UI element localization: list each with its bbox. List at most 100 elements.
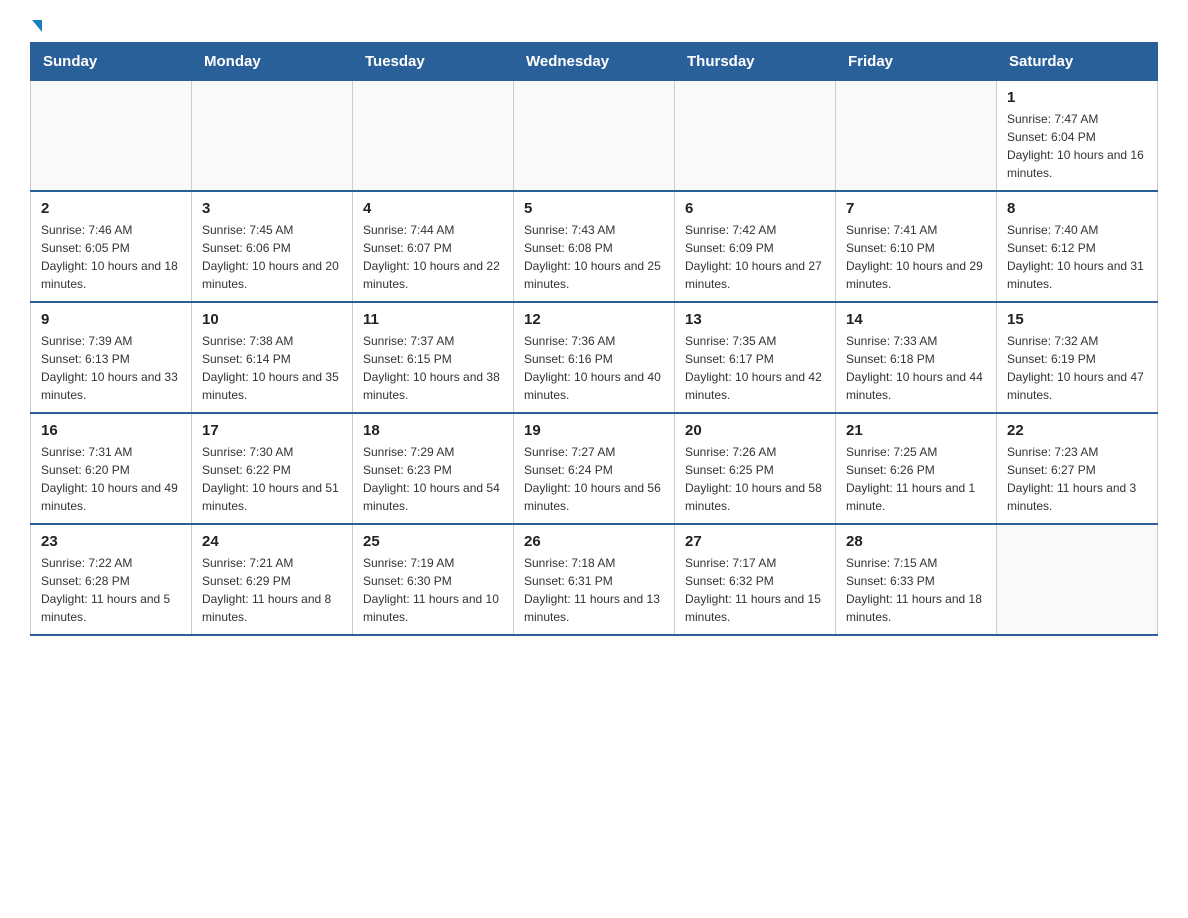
day-number: 5 [524, 200, 664, 217]
weekday-header-sunday: Sunday [31, 43, 192, 81]
calendar-cell: 17 Sunrise: 7:30 AMSunset: 6:22 PMDayligh… [192, 413, 353, 524]
day-info: Sunrise: 7:26 AMSunset: 6:25 PMDaylight:… [685, 443, 825, 515]
day-info: Sunrise: 7:46 AMSunset: 6:05 PMDaylight:… [41, 221, 181, 293]
day-number: 1 [1007, 89, 1147, 106]
calendar-week-4: 16 Sunrise: 7:31 AMSunset: 6:20 PMDayligh… [31, 413, 1158, 524]
calendar-cell: 21 Sunrise: 7:25 AMSunset: 6:26 PMDayligh… [836, 413, 997, 524]
calendar-week-3: 9 Sunrise: 7:39 AMSunset: 6:13 PMDaylight… [31, 302, 1158, 413]
day-number: 23 [41, 533, 181, 550]
day-info: Sunrise: 7:21 AMSunset: 6:29 PMDaylight:… [202, 554, 342, 626]
calendar-cell [353, 81, 514, 192]
day-number: 24 [202, 533, 342, 550]
calendar-cell [514, 81, 675, 192]
day-number: 8 [1007, 200, 1147, 217]
day-info: Sunrise: 7:19 AMSunset: 6:30 PMDaylight:… [363, 554, 503, 626]
calendar-cell: 13 Sunrise: 7:35 AMSunset: 6:17 PMDayligh… [675, 302, 836, 413]
day-number: 26 [524, 533, 664, 550]
day-number: 12 [524, 311, 664, 328]
day-number: 27 [685, 533, 825, 550]
day-number: 9 [41, 311, 181, 328]
day-number: 20 [685, 422, 825, 439]
calendar-cell: 8 Sunrise: 7:40 AMSunset: 6:12 PMDaylight… [997, 191, 1158, 302]
day-number: 3 [202, 200, 342, 217]
day-info: Sunrise: 7:45 AMSunset: 6:06 PMDaylight:… [202, 221, 342, 293]
weekday-header-monday: Monday [192, 43, 353, 81]
weekday-header-wednesday: Wednesday [514, 43, 675, 81]
calendar-week-5: 23 Sunrise: 7:22 AMSunset: 6:28 PMDayligh… [31, 524, 1158, 635]
day-info: Sunrise: 7:43 AMSunset: 6:08 PMDaylight:… [524, 221, 664, 293]
day-info: Sunrise: 7:15 AMSunset: 6:33 PMDaylight:… [846, 554, 986, 626]
calendar-cell: 5 Sunrise: 7:43 AMSunset: 6:08 PMDaylight… [514, 191, 675, 302]
weekday-header-thursday: Thursday [675, 43, 836, 81]
day-info: Sunrise: 7:42 AMSunset: 6:09 PMDaylight:… [685, 221, 825, 293]
calendar-cell: 15Sunrise: 7:32 AMSunset: 6:19 PMDayligh… [997, 302, 1158, 413]
day-number: 7 [846, 200, 986, 217]
weekday-header-friday: Friday [836, 43, 997, 81]
calendar-cell: 12 Sunrise: 7:36 AMSunset: 6:16 PMDayligh… [514, 302, 675, 413]
day-info: Sunrise: 7:40 AMSunset: 6:12 PMDaylight:… [1007, 221, 1147, 293]
calendar-cell: 4 Sunrise: 7:44 AMSunset: 6:07 PMDaylight… [353, 191, 514, 302]
day-info: Sunrise: 7:32 AMSunset: 6:19 PMDaylight:… [1007, 332, 1147, 404]
day-info: Sunrise: 7:36 AMSunset: 6:16 PMDaylight:… [524, 332, 664, 404]
calendar-cell: 11 Sunrise: 7:37 AMSunset: 6:15 PMDayligh… [353, 302, 514, 413]
day-info: Sunrise: 7:27 AMSunset: 6:24 PMDaylight:… [524, 443, 664, 515]
day-info: Sunrise: 7:23 AMSunset: 6:27 PMDaylight:… [1007, 443, 1147, 515]
calendar-cell: 25 Sunrise: 7:19 AMSunset: 6:30 PMDayligh… [353, 524, 514, 635]
day-info: Sunrise: 7:37 AMSunset: 6:15 PMDaylight:… [363, 332, 503, 404]
calendar-cell: 7 Sunrise: 7:41 AMSunset: 6:10 PMDaylight… [836, 191, 997, 302]
calendar-cell: 26 Sunrise: 7:18 AMSunset: 6:31 PMDayligh… [514, 524, 675, 635]
calendar-cell: 19Sunrise: 7:27 AMSunset: 6:24 PMDayligh… [514, 413, 675, 524]
day-number: 13 [685, 311, 825, 328]
calendar-cell: 16 Sunrise: 7:31 AMSunset: 6:20 PMDayligh… [31, 413, 192, 524]
day-info: Sunrise: 7:44 AMSunset: 6:07 PMDaylight:… [363, 221, 503, 293]
day-info: Sunrise: 7:29 AMSunset: 6:23 PMDaylight:… [363, 443, 503, 515]
weekday-header-saturday: Saturday [997, 43, 1158, 81]
calendar-cell: 22 Sunrise: 7:23 AMSunset: 6:27 PMDayligh… [997, 413, 1158, 524]
calendar-week-1: 1 Sunrise: 7:47 AMSunset: 6:04 PMDaylight… [31, 81, 1158, 192]
calendar-week-2: 2 Sunrise: 7:46 AMSunset: 6:05 PMDaylight… [31, 191, 1158, 302]
day-info: Sunrise: 7:35 AMSunset: 6:17 PMDaylight:… [685, 332, 825, 404]
calendar-cell: 2 Sunrise: 7:46 AMSunset: 6:05 PMDaylight… [31, 191, 192, 302]
day-info: Sunrise: 7:18 AMSunset: 6:31 PMDaylight:… [524, 554, 664, 626]
calendar-cell: 14 Sunrise: 7:33 AMSunset: 6:18 PMDayligh… [836, 302, 997, 413]
calendar-cell: 27 Sunrise: 7:17 AMSunset: 6:32 PMDayligh… [675, 524, 836, 635]
day-info: Sunrise: 7:17 AMSunset: 6:32 PMDaylight:… [685, 554, 825, 626]
day-number: 10 [202, 311, 342, 328]
day-number: 4 [363, 200, 503, 217]
day-number: 11 [363, 311, 503, 328]
calendar-cell: 9 Sunrise: 7:39 AMSunset: 6:13 PMDaylight… [31, 302, 192, 413]
calendar-cell: 24 Sunrise: 7:21 AMSunset: 6:29 PMDayligh… [192, 524, 353, 635]
day-number: 2 [41, 200, 181, 217]
day-number: 22 [1007, 422, 1147, 439]
day-info: Sunrise: 7:30 AMSunset: 6:22 PMDaylight:… [202, 443, 342, 515]
day-info: Sunrise: 7:38 AMSunset: 6:14 PMDaylight:… [202, 332, 342, 404]
day-info: Sunrise: 7:25 AMSunset: 6:26 PMDaylight:… [846, 443, 986, 515]
day-info: Sunrise: 7:33 AMSunset: 6:18 PMDaylight:… [846, 332, 986, 404]
calendar-cell: 10 Sunrise: 7:38 AMSunset: 6:14 PMDayligh… [192, 302, 353, 413]
logo-arrow-icon [32, 20, 42, 32]
calendar-cell [192, 81, 353, 192]
page-header [30, 20, 1158, 32]
day-number: 16 [41, 422, 181, 439]
calendar-cell [997, 524, 1158, 635]
calendar-cell: 3 Sunrise: 7:45 AMSunset: 6:06 PMDaylight… [192, 191, 353, 302]
weekday-header-row: SundayMondayTuesdayWednesdayThursdayFrid… [31, 43, 1158, 81]
logo [30, 20, 42, 32]
calendar-cell [31, 81, 192, 192]
day-number: 6 [685, 200, 825, 217]
day-number: 14 [846, 311, 986, 328]
day-info: Sunrise: 7:47 AMSunset: 6:04 PMDaylight:… [1007, 110, 1147, 182]
calendar-cell [675, 81, 836, 192]
day-number: 28 [846, 533, 986, 550]
day-info: Sunrise: 7:41 AMSunset: 6:10 PMDaylight:… [846, 221, 986, 293]
weekday-header-tuesday: Tuesday [353, 43, 514, 81]
day-number: 17 [202, 422, 342, 439]
calendar-cell: 18 Sunrise: 7:29 AMSunset: 6:23 PMDayligh… [353, 413, 514, 524]
calendar-cell: 1 Sunrise: 7:47 AMSunset: 6:04 PMDaylight… [997, 81, 1158, 192]
day-number: 18 [363, 422, 503, 439]
day-info: Sunrise: 7:31 AMSunset: 6:20 PMDaylight:… [41, 443, 181, 515]
day-info: Sunrise: 7:22 AMSunset: 6:28 PMDaylight:… [41, 554, 181, 626]
day-info: Sunrise: 7:39 AMSunset: 6:13 PMDaylight:… [41, 332, 181, 404]
day-number: 25 [363, 533, 503, 550]
day-number: 21 [846, 422, 986, 439]
